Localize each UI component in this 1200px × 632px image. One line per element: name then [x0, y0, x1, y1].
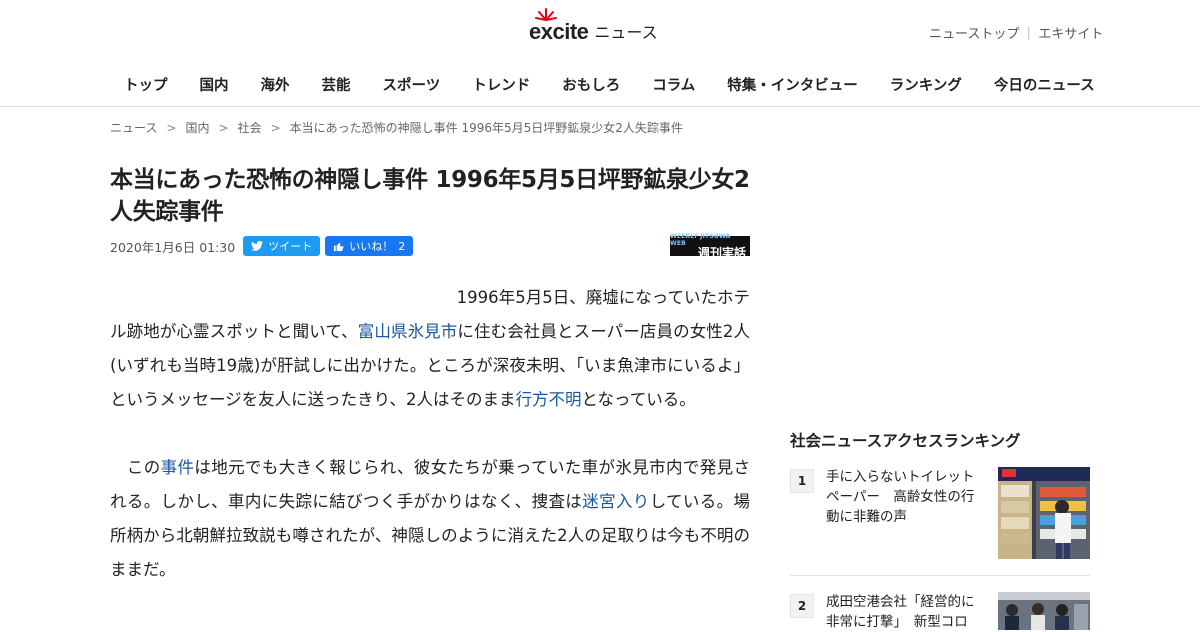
- header-top-links: ニューストップ ｜ エキサイト: [929, 23, 1103, 42]
- paragraph-text: この: [110, 458, 161, 477]
- breadcrumb-separator: >: [166, 120, 177, 135]
- ranking-thumbnail-airport-press[interactable]: [998, 592, 1090, 630]
- store-shelves-image: [998, 467, 1090, 559]
- top-link-news-top[interactable]: ニューストップ: [929, 23, 1019, 42]
- nav-item-sports[interactable]: スポーツ: [367, 75, 457, 97]
- twitter-bird-icon: [251, 241, 264, 251]
- ranking-number: 2: [790, 594, 814, 618]
- article-body: 1996年5月5日、廃墟になっていたホテル跡地が心霊スポットと聞いて、富山県氷見…: [110, 281, 750, 621]
- ranking-number: 1: [790, 469, 814, 493]
- tweet-button[interactable]: ツイート: [243, 236, 321, 256]
- source-logo-small-text: WEEKLY JITSUWA WEB: [670, 232, 731, 247]
- nav-item-funny[interactable]: おもしろ: [546, 75, 636, 97]
- source-logo-weekly-jitsuwa[interactable]: WEEKLY JITSUWA WEB 週刊実話: [670, 232, 750, 259]
- ranking-item-title: 成田空港会社「経営的に非常に打撃」 新型コロ: [826, 594, 975, 630]
- nav-item-domestic[interactable]: 国内: [184, 75, 245, 97]
- nav-item-trend[interactable]: トレンド: [456, 75, 546, 97]
- like-count: 2: [398, 239, 406, 253]
- logo-subtitle: ニュース: [594, 23, 658, 42]
- like-button[interactable]: いいね！ 2: [325, 236, 414, 256]
- nav-item-entertainment[interactable]: 芸能: [306, 75, 367, 97]
- keyword-link-toyama-himi[interactable]: 富山県氷見市: [358, 322, 458, 341]
- logo-burst-icon: [535, 8, 557, 21]
- main-nav: トップ 国内 海外 芸能 スポーツ トレンド おもしろ コラム 特集・インタビュ…: [108, 75, 1111, 97]
- ranking-heading: 社会ニュースアクセスランキング: [790, 432, 1021, 450]
- logo-text: excite: [529, 19, 589, 44]
- keyword-link-unsolved[interactable]: 迷宮入り: [582, 492, 649, 511]
- site-header: excite ニュース ニューストップ ｜ エキサイト トップ 国内 海外 芸能…: [0, 0, 1200, 107]
- breadcrumb-item-domestic[interactable]: 国内: [185, 119, 209, 136]
- excite-logo[interactable]: excite ニュース: [529, 8, 658, 45]
- ranking-thumbnail-store-shelves[interactable]: [998, 467, 1090, 559]
- breadcrumb-item-news[interactable]: ニュース: [110, 119, 157, 136]
- breadcrumb-item-current: 本当にあった恐怖の神隠し事件 1996年5月5日坪野鉱泉少女2人失踪事件: [289, 121, 683, 135]
- thumbs-up-icon: [334, 242, 344, 251]
- ranking-item[interactable]: 2 成田空港会社「経営的に非常に打撃」 新型コロ: [790, 592, 1090, 632]
- nav-item-features[interactable]: 特集・インタビュー: [711, 75, 874, 97]
- ranking-item-title: 手に入らないトイレットペーパー 高齢女性の行動に非難の声: [826, 469, 975, 525]
- article-paragraph: この事件は地元でも大きく報じられ、彼女たちが乗っていた車が氷見市内で発見される。…: [110, 451, 750, 587]
- breadcrumb-separator: >: [218, 120, 229, 135]
- ranking-divider: [790, 575, 1090, 576]
- ranking-item[interactable]: 1 手に入らないトイレットペーパー 高齢女性の行動に非難の声: [790, 467, 1090, 559]
- nav-item-overseas[interactable]: 海外: [245, 75, 306, 97]
- article-title: 本当にあった恐怖の神隠し事件 1996年5月5日坪野鉱泉少女2人失踪事件: [110, 167, 750, 225]
- keyword-link-missing[interactable]: 行方不明: [516, 390, 582, 409]
- article-paragraph: 1996年5月5日、廃墟になっていたホテル跡地が心霊スポットと聞いて、富山県氷見…: [110, 281, 750, 417]
- top-link-excite[interactable]: エキサイト: [1038, 23, 1103, 42]
- breadcrumb: ニュース > 国内 > 社会 > 本当にあった恐怖の神隠し事件 1996年5月5…: [110, 119, 683, 136]
- top-link-separator: ｜: [1022, 27, 1036, 42]
- keyword-link-incident[interactable]: 事件: [161, 458, 195, 477]
- tweet-button-label: ツイート: [268, 240, 313, 253]
- airport-press-image: [998, 592, 1090, 630]
- nav-item-ranking[interactable]: ランキング: [874, 75, 978, 97]
- breadcrumb-item-society[interactable]: 社会: [238, 119, 262, 136]
- breadcrumb-separator: >: [270, 120, 281, 135]
- paragraph-text: となっている。: [581, 390, 696, 409]
- like-button-label: いいね！: [349, 240, 394, 253]
- article-meta: 2020年1月6日 01:30 ツイート いいね！ 2: [110, 235, 750, 257]
- nav-item-today[interactable]: 今日のニュース: [978, 75, 1111, 97]
- logo-wordmark: excite: [529, 8, 589, 45]
- nav-item-top[interactable]: トップ: [108, 75, 184, 97]
- article-date: 2020年1月6日 01:30: [110, 239, 236, 255]
- nav-item-column[interactable]: コラム: [636, 75, 711, 97]
- source-logo-name: 週刊実話: [697, 245, 746, 260]
